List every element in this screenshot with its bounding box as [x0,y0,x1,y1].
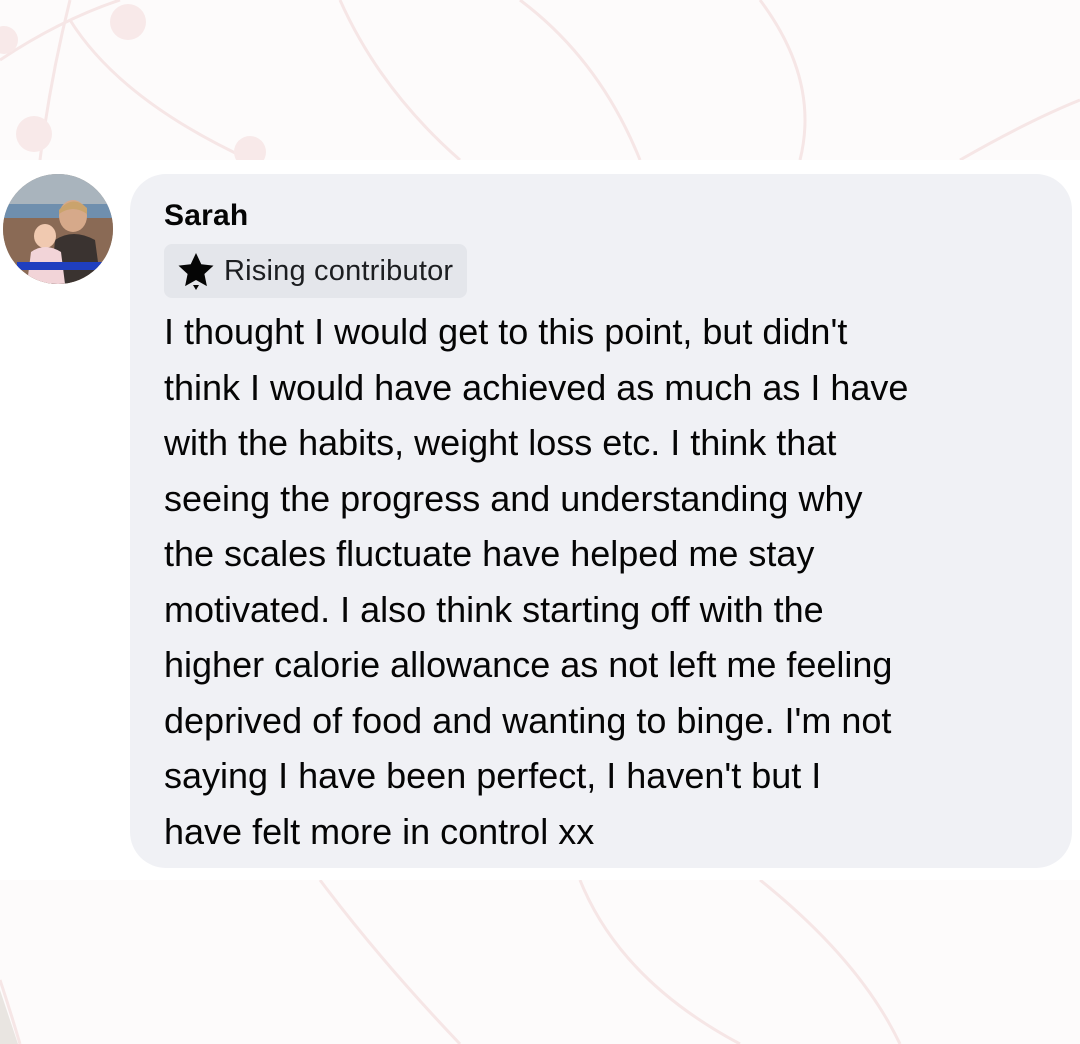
avatar[interactable] [3,174,113,284]
background-top [0,0,1080,160]
profile-photo-image [3,174,113,284]
comment-bubble: Sarah Rising contributor I thought I wou… [130,174,1072,868]
author-name[interactable]: Sarah [164,198,1042,234]
badge-label: Rising contributor [224,254,454,287]
comment-text: I thought I would get to this point, but… [164,311,909,852]
star-icon [174,249,218,293]
contributor-badge[interactable]: Rising contributor [164,244,468,298]
background-bottom [0,880,1080,1044]
